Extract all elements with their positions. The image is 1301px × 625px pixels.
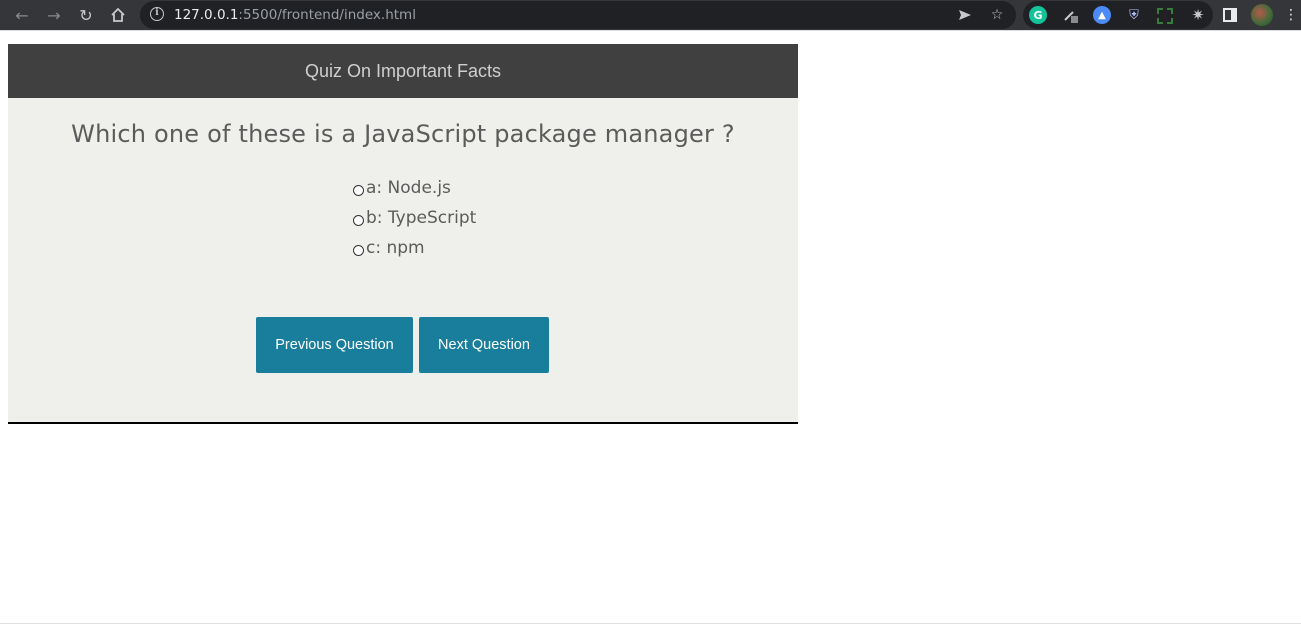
previous-question-button[interactable]: Previous Question <box>256 317 413 373</box>
answer-list: a: Node.js b: TypeScript c: npm <box>352 173 476 263</box>
toolbar-divider <box>0 30 1301 36</box>
answer-label-a: a: Node.js <box>366 178 451 198</box>
radio-button-b[interactable] <box>353 215 364 226</box>
home-icon[interactable] <box>106 3 130 27</box>
quiz-card: Quiz On Important Facts Which one of the… <box>8 44 798 424</box>
profile-avatar[interactable] <box>1251 4 1273 26</box>
send-icon[interactable] <box>955 5 975 25</box>
menu-kebab-icon[interactable]: ⋮ <box>1283 4 1299 26</box>
answer-label-c: c: npm <box>366 238 425 258</box>
site-info-icon[interactable]: i <box>150 7 164 21</box>
side-panel-icon[interactable] <box>1219 4 1241 26</box>
star-icon[interactable]: ☆ <box>987 5 1007 25</box>
reload-icon[interactable]: ↻ <box>74 3 98 27</box>
answer-label-b: b: TypeScript <box>366 208 477 228</box>
puzzle-icon[interactable]: ✷ <box>1189 6 1207 24</box>
answer-option-a[interactable]: a: Node.js <box>352 173 476 203</box>
url-path: :5500/frontend/index.html <box>238 7 416 23</box>
eyedropper-icon[interactable] <box>1061 6 1079 24</box>
browser-toolbar: ← → ↻ i 127.0.0.1:5500/frontend/index.ht… <box>0 0 1301 30</box>
answer-option-b[interactable]: b: TypeScript <box>352 203 476 233</box>
next-question-button[interactable]: Next Question <box>419 317 549 373</box>
page-bottom-edge <box>0 623 1301 624</box>
shield-extension-icon[interactable]: ⛨ <box>1125 6 1143 24</box>
question-text: Which one of these is a JavaScript packa… <box>71 120 735 148</box>
blue-extension-icon[interactable]: ▲ <box>1093 6 1111 24</box>
url-text[interactable]: 127.0.0.1:5500/frontend/index.html <box>174 7 416 23</box>
forward-arrow-icon[interactable]: → <box>42 3 66 27</box>
radio-button-c[interactable] <box>353 245 364 256</box>
answer-option-c[interactable]: c: npm <box>352 233 476 263</box>
radio-button-a[interactable] <box>353 185 364 196</box>
back-arrow-icon[interactable]: ← <box>10 3 34 27</box>
grammarly-icon[interactable]: G <box>1029 6 1047 24</box>
screen-capture-icon[interactable] <box>1157 8 1173 24</box>
url-host: 127.0.0.1 <box>174 7 239 23</box>
quiz-title: Quiz On Important Facts <box>8 44 798 98</box>
extensions-tray: G ▲ ⛨ ✷ <box>1023 1 1213 29</box>
address-bar[interactable]: i 127.0.0.1:5500/frontend/index.html ☆ <box>140 1 1016 29</box>
